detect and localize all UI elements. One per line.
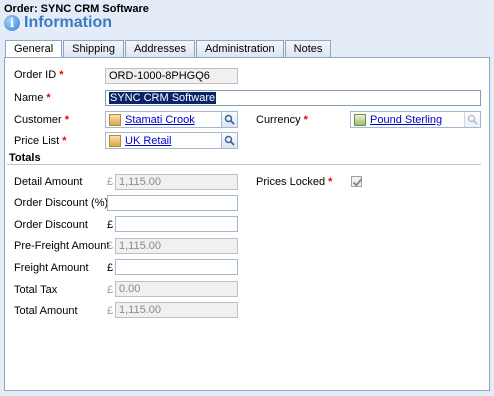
- required-marker: *: [328, 176, 333, 188]
- customer-link[interactable]: Stamati Crook: [125, 114, 221, 126]
- pre-freight-amount-label: Pre-Freight Amount: [14, 240, 110, 252]
- order-discount-input[interactable]: [115, 216, 238, 232]
- detail-amount-label: Detail Amount: [14, 176, 83, 188]
- currency-symbol: £: [107, 305, 114, 317]
- price-list-lookup[interactable]: UK Retail: [105, 132, 238, 149]
- order-discount-pct-input[interactable]: [107, 195, 238, 211]
- required-marker: *: [303, 114, 308, 126]
- currency-link[interactable]: Pound Sterling: [370, 114, 464, 126]
- lookup-magnifier-icon[interactable]: [221, 133, 237, 148]
- required-marker: *: [62, 135, 67, 147]
- currency-symbol: £: [107, 176, 114, 188]
- lookup-magnifier-icon[interactable]: [464, 112, 480, 127]
- lookup-magnifier-icon[interactable]: [221, 112, 237, 127]
- currency-symbol: £: [107, 262, 114, 274]
- tab-notes[interactable]: Notes: [284, 40, 332, 57]
- required-marker: *: [64, 114, 69, 126]
- info-icon: i: [4, 15, 20, 31]
- total-tax-label: Total Tax: [14, 284, 58, 296]
- order-discount-label: Order Discount: [14, 219, 88, 231]
- customer-label: Customer *: [14, 114, 69, 126]
- section-divider: [7, 164, 481, 165]
- detail-amount-field: 1,115.00: [115, 174, 238, 190]
- page-header: i Information: [4, 14, 112, 32]
- tab-shipping[interactable]: Shipping: [63, 40, 124, 57]
- currency-symbol: £: [107, 219, 114, 231]
- required-marker: *: [59, 69, 64, 81]
- freight-amount-label: Freight Amount: [14, 262, 89, 274]
- price-list-link[interactable]: UK Retail: [125, 135, 221, 147]
- freight-amount-input[interactable]: [115, 259, 238, 275]
- tab-addresses[interactable]: Addresses: [124, 40, 195, 57]
- total-amount-label: Total Amount: [14, 305, 78, 317]
- order-id-field: ORD-1000-8PHGQ6: [105, 68, 238, 84]
- total-amount-field: 1,115.00: [115, 302, 238, 318]
- tab-bar: General Shipping Addresses Administratio…: [5, 40, 332, 58]
- tab-general[interactable]: General: [5, 40, 63, 58]
- totals-heading: Totals: [9, 152, 41, 164]
- name-input[interactable]: SYNC CRM Software: [105, 90, 481, 106]
- name-label: Name *: [14, 92, 51, 104]
- page-heading: Information: [24, 14, 112, 31]
- total-tax-field: 0.00: [115, 281, 238, 297]
- contact-card-icon: [109, 113, 121, 126]
- currency-label: Currency *: [256, 114, 308, 126]
- prices-locked-label: Prices Locked *: [256, 176, 333, 188]
- price-list-icon: [109, 134, 121, 147]
- tab-administration[interactable]: Administration: [195, 40, 284, 57]
- order-id-label: Order ID *: [14, 69, 64, 81]
- order-discount-pct-label: Order Discount (%): [14, 197, 109, 209]
- name-selected-text: SYNC CRM Software: [109, 92, 217, 104]
- customer-lookup[interactable]: Stamati Crook: [105, 111, 238, 128]
- prices-locked-checkbox[interactable]: [351, 176, 362, 187]
- currency-symbol: £: [107, 240, 114, 252]
- required-marker: *: [46, 92, 51, 104]
- price-list-label: Price List *: [14, 135, 67, 147]
- pre-freight-amount-field: 1,115.00: [115, 238, 238, 254]
- currency-icon: [354, 113, 366, 126]
- currency-symbol: £: [107, 284, 114, 296]
- currency-lookup[interactable]: Pound Sterling: [350, 111, 481, 128]
